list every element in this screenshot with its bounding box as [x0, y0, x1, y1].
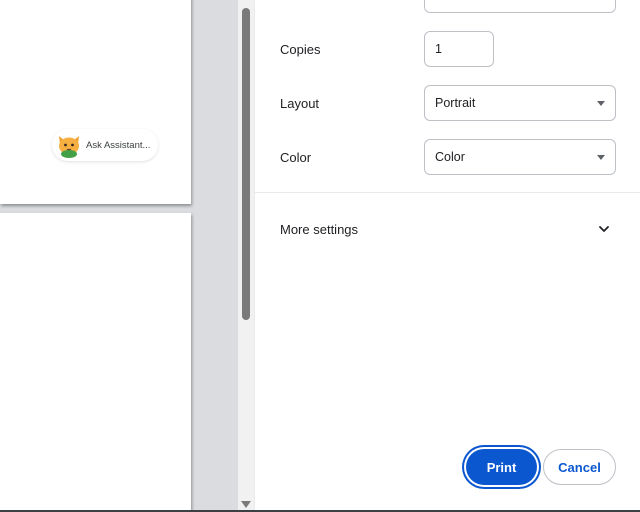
cat-icon	[56, 132, 82, 158]
preview-scrollbar[interactable]	[238, 0, 254, 512]
cancel-button[interactable]: Cancel	[543, 449, 616, 485]
copies-input[interactable]: 1	[424, 31, 494, 67]
ask-assistant-button[interactable]: Ask Assistant...	[52, 129, 158, 161]
copies-label: Copies	[280, 42, 321, 57]
section-divider	[255, 192, 640, 193]
chevron-down-icon	[598, 222, 610, 234]
more-settings-toggle[interactable]: More settings	[255, 210, 640, 248]
print-settings-panel: Copies 1 Layout Portrait Color Color Mor…	[254, 0, 640, 512]
layout-label: Layout	[280, 96, 320, 111]
cut-off-setting-select[interactable]	[424, 0, 616, 13]
scroll-down-arrow-icon[interactable]	[241, 501, 251, 508]
scrollbar-thumb[interactable]	[242, 8, 250, 320]
color-label: Color	[280, 150, 312, 165]
color-select-value: Color	[435, 150, 465, 164]
layout-select-value: Portrait	[435, 96, 476, 110]
print-button[interactable]: Print	[466, 449, 537, 485]
layout-select[interactable]: Portrait	[424, 85, 616, 121]
print-preview-area: Ask Assistant...	[0, 0, 238, 512]
caret-down-icon	[597, 155, 605, 160]
preview-page: Ask Assistant...	[0, 0, 191, 204]
caret-down-icon	[597, 101, 605, 106]
more-settings-label: More settings	[280, 222, 359, 237]
preview-page	[0, 213, 191, 512]
color-select[interactable]: Color	[424, 139, 616, 175]
ask-assistant-label: Ask Assistant...	[86, 139, 151, 151]
